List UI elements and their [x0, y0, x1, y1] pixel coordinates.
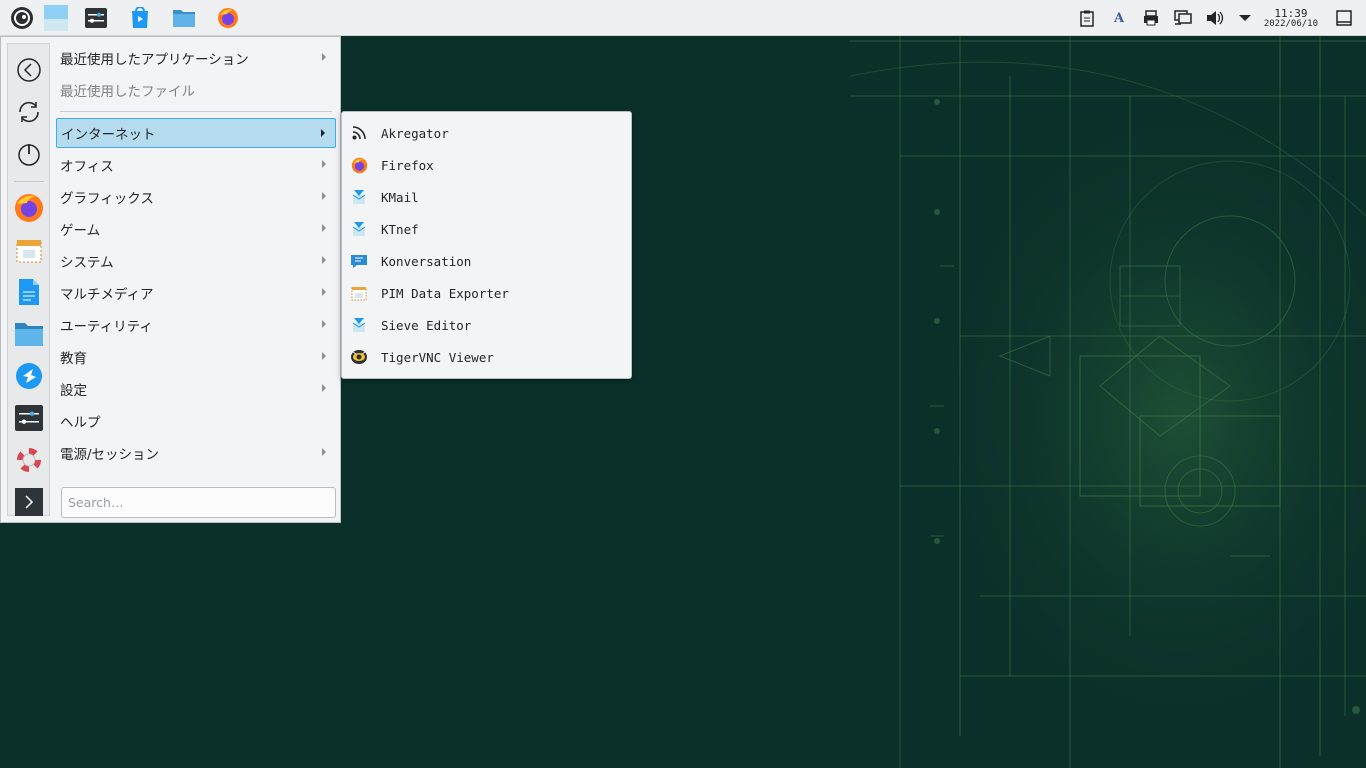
tigervnc-icon [350, 348, 368, 366]
submenu-item-label: KTnef [381, 221, 419, 237]
pim-icon[interactable] [13, 234, 45, 266]
category-office[interactable]: オフィス [56, 150, 336, 180]
terminal-settings-icon[interactable] [13, 402, 45, 434]
firefox-icon[interactable] [13, 192, 45, 224]
submenu-arrow-icon [322, 53, 326, 61]
kde-connect-icon[interactable] [13, 360, 45, 392]
category-label: 最近使用したアプリケーション [60, 52, 249, 68]
submenu-arrow-icon [322, 256, 326, 264]
category-label: 教育 [60, 351, 87, 367]
refresh-icon[interactable] [13, 96, 45, 128]
category-label: 設定 [60, 383, 87, 399]
category-games[interactable]: ゲーム [56, 214, 336, 244]
category-power-session[interactable]: 電源/セッション [56, 438, 336, 468]
category-label: 最近使用したファイル [60, 84, 195, 100]
submenu-item-label: PIM Data Exporter [381, 285, 509, 301]
pim-data-exporter-icon [350, 284, 368, 302]
submenu-item-label: TigerVNC Viewer [381, 349, 494, 365]
category-label: オフィス [60, 159, 114, 175]
search-input[interactable] [61, 487, 336, 518]
submenu-arrow-icon [322, 288, 326, 296]
category-help[interactable]: ヘルプ [56, 406, 336, 436]
back-icon[interactable] [13, 54, 45, 86]
konsole-icon[interactable] [13, 486, 45, 518]
category-settings[interactable]: 設定 [56, 374, 336, 404]
sieve-editor-icon [350, 316, 368, 334]
help-lifebuoy-icon[interactable] [13, 444, 45, 476]
category-education[interactable]: 教育 [56, 342, 336, 372]
submenu-item-label: Konversation [381, 253, 472, 269]
favorites-bar [7, 43, 50, 516]
category-label: ユーティリティ [60, 319, 153, 335]
input-method-icon[interactable]: A [1110, 9, 1128, 27]
rss-feed-icon [350, 124, 368, 142]
submenu-arrow-icon [322, 352, 326, 360]
category-label: システム [60, 255, 114, 271]
category-label: ヘルプ [60, 415, 101, 431]
category-label: インターネット [61, 127, 156, 143]
submenu-item-label: Akregator [381, 125, 449, 141]
konversation-icon [350, 252, 368, 270]
submenu-item-sieve-editor[interactable]: Sieve Editor [346, 310, 627, 340]
category-recent-apps[interactable]: 最近使用したアプリケーション [56, 43, 336, 73]
submenu-item-label: KMail [381, 189, 419, 205]
favorites-separator [14, 181, 44, 182]
clock-date: 2022/06/10 [1263, 19, 1318, 29]
internet-submenu: Akregator Firefox KMail KTnef Konversati… [341, 111, 632, 379]
category-recent-files[interactable]: 最近使用したファイル [56, 75, 336, 105]
document-writer-icon[interactable] [13, 276, 45, 308]
category-system[interactable]: システム [56, 246, 336, 276]
ktnef-icon [350, 220, 368, 238]
submenu-arrow-icon [322, 320, 326, 328]
submenu-arrow-icon [322, 160, 326, 168]
opensuse-launcher-icon[interactable] [8, 4, 36, 32]
submenu-arrow-icon [322, 224, 326, 232]
submenu-item-pim-data-exporter[interactable]: PIM Data Exporter [346, 278, 627, 308]
category-label: ゲーム [60, 223, 101, 239]
folder-icon[interactable] [13, 318, 45, 350]
category-multimedia[interactable]: マルチメディア [56, 278, 336, 308]
printer-icon[interactable] [1142, 9, 1160, 27]
application-menu: 最近使用したアプリケーション 最近使用したファイル インターネット オフィス グ… [0, 36, 341, 523]
show-desktop-icon[interactable] [1335, 9, 1353, 27]
file-manager-icon[interactable] [170, 4, 198, 32]
submenu-item-ktnef[interactable]: KTnef [346, 214, 627, 244]
tray-expand-icon[interactable] [1236, 9, 1254, 27]
category-label: グラフィックス [60, 191, 154, 207]
submenu-item-akregator[interactable]: Akregator [346, 118, 627, 148]
submenu-item-kmail[interactable]: KMail [346, 182, 627, 212]
submenu-item-label: Sieve Editor [381, 317, 472, 333]
category-internet[interactable]: インターネット [56, 118, 336, 148]
volume-icon[interactable] [1206, 9, 1224, 27]
power-icon[interactable] [13, 138, 45, 170]
firefox-icon [350, 156, 368, 174]
submenu-item-konversation[interactable]: Konversation [346, 246, 627, 276]
clipboard-icon[interactable] [1078, 9, 1096, 27]
submenu-item-tigervnc-viewer[interactable]: TigerVNC Viewer [346, 342, 627, 372]
category-label: マルチメディア [60, 287, 154, 303]
submenu-arrow-icon [322, 448, 326, 456]
category-utilities[interactable]: ユーティリティ [56, 310, 336, 340]
network-icon[interactable] [1174, 9, 1192, 27]
menu-separator [60, 111, 332, 112]
discover-store-icon[interactable] [126, 4, 154, 32]
submenu-item-label: Firefox [381, 157, 434, 173]
category-graphics[interactable]: グラフィックス [56, 182, 336, 212]
submenu-arrow-icon [321, 129, 325, 137]
system-settings-icon[interactable] [82, 4, 110, 32]
submenu-item-firefox[interactable]: Firefox [346, 150, 627, 180]
category-label: 電源/セッション [60, 447, 160, 463]
kmail-icon [350, 188, 368, 206]
desktop-pager-icon[interactable] [42, 4, 70, 32]
submenu-arrow-icon [322, 384, 326, 392]
firefox-icon[interactable] [214, 4, 242, 32]
submenu-arrow-icon [322, 192, 326, 200]
clock-time: 11:39 [1274, 7, 1308, 20]
top-panel: A 11:39 2022/06/10 [0, 0, 1366, 36]
digital-clock[interactable]: 11:39 2022/06/10 [1264, 8, 1318, 30]
